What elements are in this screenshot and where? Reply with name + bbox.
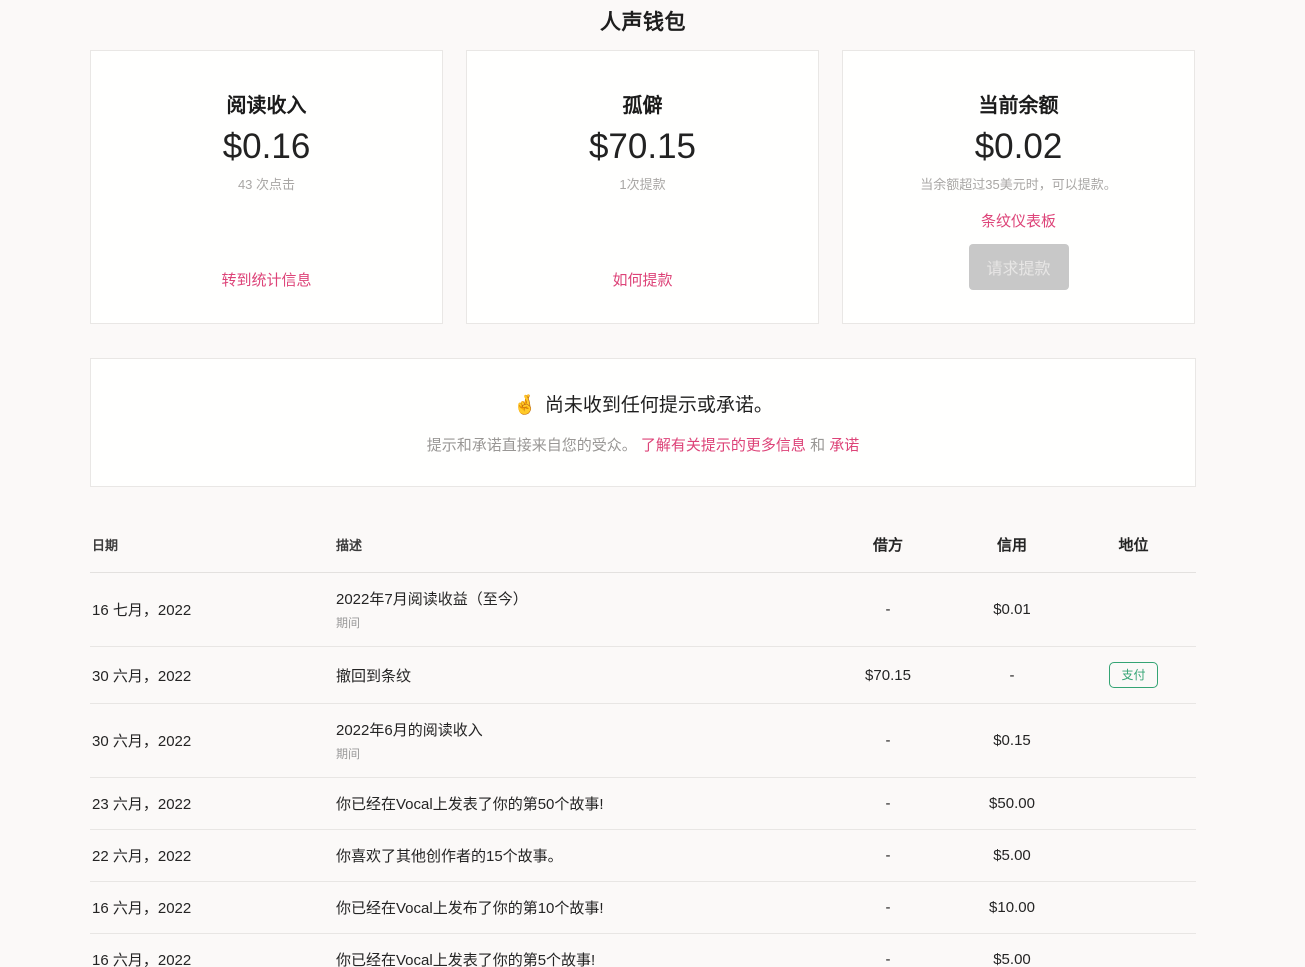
- transaction-credit: $10.00: [953, 899, 1071, 916]
- banner-subtext: 提示和承诺直接来自您的受众。 了解有关提示的更多信息 和 承诺: [427, 434, 860, 455]
- table-row: 30 六月，2022 撤回到条纹 $70.15 - 支付: [90, 647, 1196, 704]
- transaction-credit: $0.15: [953, 732, 1071, 749]
- header-date: 日期: [90, 535, 336, 554]
- transaction-date: 23 六月，2022: [90, 793, 336, 814]
- transaction-period-label: 期间: [336, 614, 823, 631]
- transaction-date: 16 七月，2022: [90, 599, 336, 620]
- transaction-debit: -: [823, 951, 953, 967]
- transaction-debit: -: [823, 847, 953, 864]
- card-subtitle: 当余额超过35美元时，可以提款。: [920, 174, 1116, 193]
- header-description: 描述: [336, 535, 823, 554]
- header-credit: 信用: [953, 534, 1071, 555]
- transaction-description: 撤回到条纹: [336, 665, 823, 686]
- table-row: 30 六月，2022 2022年6月的阅读收入 期间 - $0.15: [90, 704, 1196, 778]
- transaction-description: 你已经在Vocal上发表了你的第5个故事!: [336, 949, 823, 967]
- header-status: 地位: [1071, 534, 1196, 555]
- transaction-description-text: 你喜欢了其他创作者的15个故事。: [336, 845, 823, 866]
- table-row: 16 七月，2022 2022年7月阅读收益（至今） 期间 - $0.01: [90, 573, 1196, 647]
- crossed-fingers-emoji: 🤞: [513, 395, 537, 416]
- table-row: 16 六月，2022 你已经在Vocal上发表了你的第5个故事! - $5.00: [90, 934, 1196, 967]
- banner-heading: 🤞 尚未收到任何提示或承诺。: [513, 390, 773, 417]
- transaction-description-text: 2022年7月阅读收益（至今）: [336, 588, 823, 609]
- table-row: 16 六月，2022 你已经在Vocal上发布了你的第10个故事! - $10.…: [90, 882, 1196, 934]
- transactions-table: 日期 描述 借方 信用 地位 16 七月，2022 2022年7月阅读收益（至今…: [90, 513, 1196, 967]
- transaction-description: 你已经在Vocal上发表了你的第50个故事!: [336, 793, 823, 814]
- transaction-debit: $70.15: [823, 667, 953, 684]
- table-row: 22 六月，2022 你喜欢了其他创作者的15个故事。 - $5.00: [90, 830, 1196, 882]
- transaction-debit: -: [823, 899, 953, 916]
- transaction-description-text: 你已经在Vocal上发表了你的第5个故事!: [336, 949, 823, 967]
- transaction-description-text: 你已经在Vocal上发布了你的第10个故事!: [336, 897, 823, 918]
- summary-cards: 阅读收入 $0.16 43 次点击 转到统计信息 孤僻 $70.15 1次提款 …: [90, 50, 1196, 324]
- reading-earnings-card: 阅读收入 $0.16 43 次点击 转到统计信息: [90, 50, 443, 324]
- transaction-description: 2022年7月阅读收益（至今） 期间: [336, 588, 823, 631]
- transaction-credit: $5.00: [953, 951, 1071, 967]
- transaction-debit: -: [823, 601, 953, 618]
- table-body: 16 七月，2022 2022年7月阅读收益（至今） 期间 - $0.01 30…: [90, 573, 1196, 967]
- card-subtitle: 1次提款: [619, 174, 665, 193]
- header-debit: 借方: [823, 534, 953, 555]
- transaction-credit: -: [953, 667, 1071, 684]
- tips-banner: 🤞 尚未收到任何提示或承诺。 提示和承诺直接来自您的受众。 了解有关提示的更多信息…: [90, 358, 1196, 487]
- transaction-description-text: 你已经在Vocal上发表了你的第50个故事!: [336, 793, 823, 814]
- banner-description: 提示和承诺直接来自您的受众。: [427, 437, 637, 454]
- card-amount: $0.02: [975, 127, 1063, 167]
- card-title: 当前余额: [979, 89, 1059, 118]
- conjunction-text: 和: [810, 437, 825, 454]
- page-title: 人声钱包: [90, 0, 1196, 36]
- stripe-dashboard-link[interactable]: 条纹仪表板: [981, 210, 1056, 231]
- card-title: 阅读收入: [227, 89, 307, 118]
- table-row: 23 六月，2022 你已经在Vocal上发表了你的第50个故事! - $50.…: [90, 778, 1196, 830]
- transaction-status: 支付: [1071, 662, 1196, 688]
- current-balance-card: 当前余额 $0.02 当余额超过35美元时，可以提款。 条纹仪表板 请求提款: [842, 50, 1195, 324]
- wallet-page: 人声钱包 阅读收入 $0.16 43 次点击 转到统计信息 孤僻 $70.15 …: [90, 0, 1196, 967]
- request-withdrawal-button[interactable]: 请求提款: [969, 244, 1069, 290]
- card-subtitle: 43 次点击: [238, 174, 295, 193]
- transaction-description-text: 2022年6月的阅读收入: [336, 719, 823, 740]
- transaction-date: 30 六月，2022: [90, 665, 336, 686]
- transaction-credit: $50.00: [953, 795, 1071, 812]
- card-amount: $70.15: [589, 127, 696, 167]
- transaction-date: 22 六月，2022: [90, 845, 336, 866]
- transaction-credit: $0.01: [953, 601, 1071, 618]
- transaction-date: 16 六月，2022: [90, 897, 336, 918]
- banner-heading-text: 尚未收到任何提示或承诺。: [545, 395, 773, 416]
- card-title: 孤僻: [623, 89, 663, 118]
- transaction-credit: $5.00: [953, 847, 1071, 864]
- transaction-description: 你已经在Vocal上发布了你的第10个故事!: [336, 897, 823, 918]
- transaction-debit: -: [823, 795, 953, 812]
- transaction-debit: -: [823, 732, 953, 749]
- go-to-stats-link[interactable]: 转到统计信息: [221, 269, 311, 290]
- card-amount: $0.16: [223, 127, 311, 167]
- transaction-date: 16 六月，2022: [90, 949, 336, 967]
- table-header-row: 日期 描述 借方 信用 地位: [90, 513, 1196, 573]
- transaction-description-text: 撤回到条纹: [336, 665, 823, 686]
- how-to-withdraw-link[interactable]: 如何提款: [612, 269, 672, 290]
- transaction-description: 2022年6月的阅读收入 期间: [336, 719, 823, 762]
- paid-badge: 支付: [1109, 662, 1157, 688]
- transaction-date: 30 六月，2022: [90, 730, 336, 751]
- transaction-period-label: 期间: [336, 745, 823, 762]
- pledges-link[interactable]: 承诺: [829, 437, 859, 454]
- withdrawn-card: 孤僻 $70.15 1次提款 如何提款: [466, 50, 819, 324]
- transaction-description: 你喜欢了其他创作者的15个故事。: [336, 845, 823, 866]
- learn-about-tips-link[interactable]: 了解有关提示的更多信息: [641, 437, 806, 454]
